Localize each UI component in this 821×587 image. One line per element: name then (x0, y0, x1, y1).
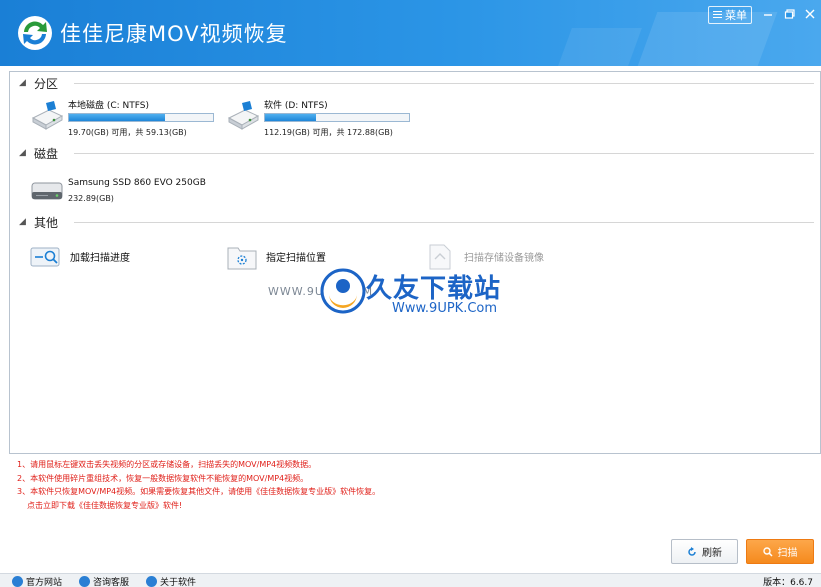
menu-label: 菜单 (725, 9, 747, 22)
refresh-label: 刷新 (702, 548, 722, 559)
usb-drive-icon (227, 101, 260, 130)
tips-list: 1、请用鼠标左键双击丢失视频的分区或存储设备，扫描丢失的MOV/MP4视频数据。… (17, 459, 380, 513)
maximize-icon[interactable] (782, 6, 798, 22)
download-pro-link[interactable]: 点击立即下载《佳佳数据恢复专业版》软件! (17, 500, 380, 514)
section-title: 分区 (34, 77, 59, 91)
app-logo-icon (18, 16, 52, 50)
collapse-arrow-icon[interactable]: ◢ (19, 217, 26, 227)
footer-link-label: 咨询客服 (93, 578, 130, 587)
scan-label: 扫描 (777, 548, 798, 559)
footer-link-label: 官方网站 (26, 578, 63, 587)
home-icon (12, 576, 23, 587)
usage-bar (68, 113, 214, 122)
titlebar-decoration (624, 12, 778, 66)
divider (74, 222, 814, 223)
drive-name: 软件 (D: NTFS) (264, 101, 328, 111)
usage-bar (264, 113, 410, 122)
section-others[interactable]: ◢ 其他 (10, 213, 820, 231)
collapse-arrow-icon[interactable]: ◢ (19, 78, 26, 88)
scan-device-image[interactable]: 扫描存储设备镜像 (424, 243, 624, 273)
tip-line: 3、本软件只恢复MOV/MP4视频。如果需要恢复其他文件，请使用《佳佳数据恢复专… (17, 487, 381, 496)
divider (74, 83, 814, 84)
item-label: 指定扫描位置 (266, 253, 326, 264)
section-partitions[interactable]: ◢ 分区 (10, 74, 820, 92)
refresh-button[interactable]: 刷新 (671, 539, 738, 564)
target-scan-location[interactable]: 指定扫描位置 (226, 243, 406, 273)
title-bar: 佳佳尼康MOV视频恢复 菜单 (0, 0, 821, 66)
disk-name: Samsung SSD 860 EVO 250GB (68, 178, 206, 188)
customer-service-link[interactable]: 咨询客服 (79, 575, 129, 587)
version-label: 版本：6.6.7 (763, 578, 813, 587)
info-icon (146, 576, 157, 587)
scan-button[interactable]: 扫描 (746, 539, 814, 564)
item-label: 加载扫描进度 (70, 253, 130, 264)
collapse-arrow-icon[interactable]: ◢ (19, 148, 26, 158)
search-icon (762, 546, 773, 557)
menu-icon (713, 11, 722, 19)
drive-size: 19.70(GB) 可用，共 59.13(GB) (68, 128, 187, 137)
drive-name: 本地磁盘 (C: NTFS) (68, 101, 150, 111)
hard-disk-icon (31, 182, 63, 200)
device-panel: ◢ 分区 本地磁盘 (C: NTFS) 19.70(GB) 可用，共 59.13… (9, 71, 821, 454)
usb-drive-icon (31, 101, 64, 130)
tip-line: 1、请用鼠标左键双击丢失视频的分区或存储设备，扫描丢失的MOV/MP4视频数据。 (17, 460, 317, 469)
disk-image-icon (429, 244, 451, 270)
titlebar-decoration (550, 28, 642, 66)
status-bar: 官方网站 咨询客服 关于软件 版本：6.6.7 (0, 573, 821, 587)
tip-line: 2、本软件使用碎片重组技术，恢复一般数据恢复软件不能恢复的MOV/MP4视频。 (17, 473, 309, 483)
minimize-icon[interactable] (760, 6, 776, 22)
refresh-icon (688, 546, 696, 556)
about-link[interactable]: 关于软件 (146, 575, 196, 587)
app-title: 佳佳尼康MOV视频恢复 (60, 22, 288, 46)
load-progress-icon (30, 247, 60, 267)
divider (74, 153, 814, 154)
target-scan-icon (227, 247, 257, 270)
section-title: 其他 (34, 216, 59, 230)
disk-samsung-ssd[interactable]: Samsung SSD 860 EVO 250GB 232.89(GB) (30, 172, 220, 208)
menu-button[interactable]: 菜单 (708, 6, 752, 24)
usage-bar-fill (69, 114, 166, 121)
item-label: 扫描存储设备镜像 (464, 253, 544, 264)
load-scan-progress[interactable]: 加载扫描进度 (30, 243, 210, 273)
official-site-link[interactable]: 官方网站 (12, 575, 62, 587)
usage-bar-fill (265, 114, 316, 121)
partition-c[interactable]: 本地磁盘 (C: NTFS) 19.70(GB) 可用，共 59.13(GB) (30, 98, 220, 138)
disk-size: 232.89(GB) (68, 194, 114, 203)
headset-icon (79, 576, 90, 587)
section-title: 磁盘 (34, 147, 59, 161)
partition-d[interactable]: 软件 (D: NTFS) 112.19(GB) 可用，共 172.88(GB) (226, 98, 416, 138)
close-icon[interactable] (802, 6, 818, 22)
section-disks[interactable]: ◢ 磁盘 (10, 144, 820, 162)
drive-size: 112.19(GB) 可用，共 172.88(GB) (264, 128, 393, 137)
footer-link-label: 关于软件 (160, 578, 197, 587)
